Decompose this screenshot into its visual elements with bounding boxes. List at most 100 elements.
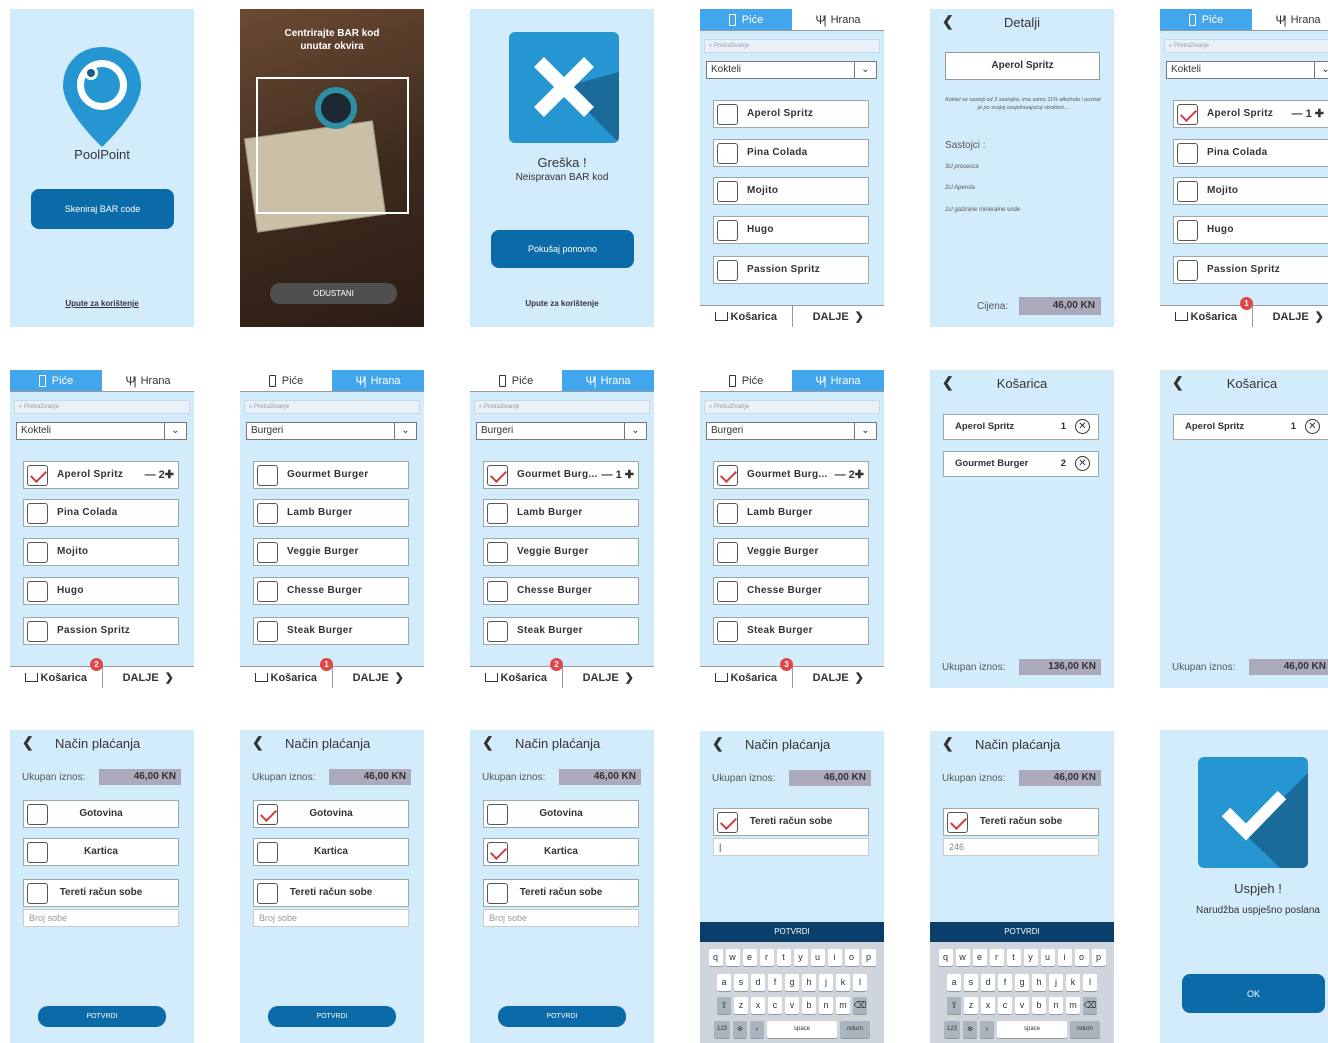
checkbox[interactable] <box>717 621 738 642</box>
payment-option-room[interactable]: Tereti račun sobe <box>23 879 179 907</box>
key[interactable]: e <box>742 949 757 966</box>
quantity-stepper[interactable]: — 1 ✚ <box>602 462 634 488</box>
tab-food[interactable]: Ψ| Hrana <box>332 370 424 391</box>
checkbox[interactable] <box>487 503 508 524</box>
list-item[interactable]: Aperol Spritz — 1 ✚ <box>1173 100 1328 128</box>
room-number-field[interactable]: Broj sobe <box>23 909 179 927</box>
chevron-down-icon[interactable]: ⌄ <box>164 423 186 439</box>
checkbox[interactable] <box>257 503 278 524</box>
scan-barcode-button[interactable]: Skeniraj BAR code <box>31 189 174 229</box>
instructions-link[interactable]: Upute za korištenje <box>10 299 194 308</box>
checkbox[interactable] <box>717 220 738 241</box>
checkbox[interactable] <box>717 581 738 602</box>
key[interactable]: j <box>1049 974 1063 991</box>
checkbox[interactable] <box>257 621 278 642</box>
key[interactable]: h <box>1032 974 1046 991</box>
tab-food[interactable]: Ψ| Hrana <box>792 9 884 30</box>
key[interactable]: f <box>768 974 782 991</box>
room-number-field[interactable]: | <box>713 838 869 856</box>
room-number-field[interactable]: Broj sobe <box>483 909 639 927</box>
list-item[interactable]: Mojito <box>713 177 869 205</box>
tab-food[interactable]: Ψ| Hrana <box>792 370 884 391</box>
checkbox[interactable] <box>1177 260 1198 281</box>
cart-button[interactable]: Košarica 3 <box>700 658 793 688</box>
search-input[interactable]: ⌕ Pretraživanje <box>704 400 880 414</box>
list-item[interactable]: Gourmet Burg... — 1 ✚ <box>483 461 639 489</box>
quantity-stepper[interactable]: — 2✚ <box>145 462 174 488</box>
key[interactable]: j <box>819 974 833 991</box>
payment-option-room[interactable]: Tereti račun sobe <box>253 879 409 907</box>
list-item[interactable]: Steak Burger <box>253 617 409 645</box>
key[interactable]: g <box>1015 974 1029 991</box>
backspace-icon[interactable]: ⌫ <box>853 997 867 1014</box>
payment-option-cash[interactable]: Gotovina <box>483 800 639 828</box>
cart-button[interactable]: Košarica <box>700 306 793 327</box>
confirm-button[interactable]: POTVRDI <box>700 922 884 942</box>
confirm-button[interactable]: POTVRDI <box>38 1006 166 1027</box>
checkbox[interactable] <box>27 542 48 563</box>
tab-food[interactable]: Ψ| Hrana <box>562 370 654 391</box>
next-button[interactable]: DALJE ❯ <box>1253 306 1328 327</box>
checkbox[interactable] <box>487 581 508 602</box>
tab-drinks[interactable]: Piće <box>470 370 562 391</box>
retry-button[interactable]: Pokušaj ponovno <box>491 230 634 268</box>
key[interactable]: c <box>768 997 782 1014</box>
quantity-stepper[interactable]: — 1 ✚ <box>1292 101 1324 127</box>
back-icon[interactable]: ❮ <box>252 734 264 751</box>
key[interactable]: a <box>947 974 961 991</box>
key[interactable]: z <box>964 997 978 1014</box>
checkbox[interactable] <box>717 181 738 202</box>
payment-option-room[interactable]: Tereti račun sobe <box>713 808 869 836</box>
category-select[interactable]: Burgeri ⌄ <box>476 422 647 440</box>
checkbox[interactable] <box>487 621 508 642</box>
key[interactable]: x <box>981 997 995 1014</box>
ok-button[interactable]: OK <box>1182 974 1325 1013</box>
space-key[interactable]: space <box>997 1021 1067 1038</box>
key[interactable]: q <box>708 949 723 966</box>
list-item[interactable]: Passion Spritz <box>1173 256 1328 284</box>
list-item[interactable]: Mojito <box>1173 177 1328 205</box>
key[interactable]: u <box>810 949 825 966</box>
chevron-down-icon[interactable]: ⌄ <box>854 423 876 439</box>
next-button[interactable]: DALJE ❯ <box>103 667 195 688</box>
key[interactable]: b <box>802 997 816 1014</box>
checkbox[interactable] <box>1177 181 1198 202</box>
checkbox[interactable] <box>487 542 508 563</box>
list-item[interactable]: Veggie Burger <box>713 538 869 566</box>
back-icon[interactable]: ❮ <box>712 735 724 752</box>
key[interactable]: p <box>1091 949 1106 966</box>
tab-food[interactable]: Ψ| Hrana <box>1252 9 1328 30</box>
list-item[interactable]: Lamb Burger <box>483 499 639 527</box>
payment-option-room[interactable]: Tereti račun sobe <box>943 808 1099 836</box>
checkbox[interactable] <box>717 260 738 281</box>
checkbox-checked[interactable] <box>1177 104 1198 125</box>
tab-drinks[interactable]: Piće <box>700 9 792 30</box>
confirm-button[interactable]: POTVRDI <box>268 1006 396 1027</box>
key[interactable]: n <box>819 997 833 1014</box>
checkbox[interactable] <box>717 503 738 524</box>
chevron-down-icon[interactable]: ⌄ <box>624 423 646 439</box>
chevron-down-icon[interactable]: ⌄ <box>1314 62 1328 78</box>
key[interactable]: w <box>955 949 970 966</box>
key[interactable]: l <box>853 974 867 991</box>
list-item[interactable]: Passion Spritz <box>23 617 179 645</box>
category-select[interactable]: Kokteli ⌄ <box>1166 61 1328 79</box>
search-input[interactable]: ⌕ Pretraživanje <box>704 39 880 53</box>
checkbox[interactable] <box>1177 143 1198 164</box>
list-item[interactable]: Pina Colada <box>23 499 179 527</box>
tab-drinks[interactable]: Piće <box>240 370 332 391</box>
backspace-icon[interactable]: ⌫ <box>1083 997 1097 1014</box>
back-icon[interactable]: ❮ <box>482 734 494 751</box>
payment-option-card[interactable]: Kartica <box>483 838 639 866</box>
checkbox[interactable] <box>27 621 48 642</box>
chevron-down-icon[interactable]: ⌄ <box>394 423 416 439</box>
checkbox[interactable] <box>717 542 738 563</box>
key[interactable]: f <box>998 974 1012 991</box>
list-item[interactable]: Aperol Spritz <box>713 100 869 128</box>
key[interactable]: r <box>989 949 1004 966</box>
chevron-down-icon[interactable]: ⌄ <box>854 62 876 78</box>
list-item[interactable]: Hugo <box>1173 216 1328 244</box>
cart-button[interactable]: Košarica 2 <box>470 658 563 688</box>
payment-option-card[interactable]: Kartica <box>23 838 179 866</box>
checkbox[interactable] <box>27 503 48 524</box>
